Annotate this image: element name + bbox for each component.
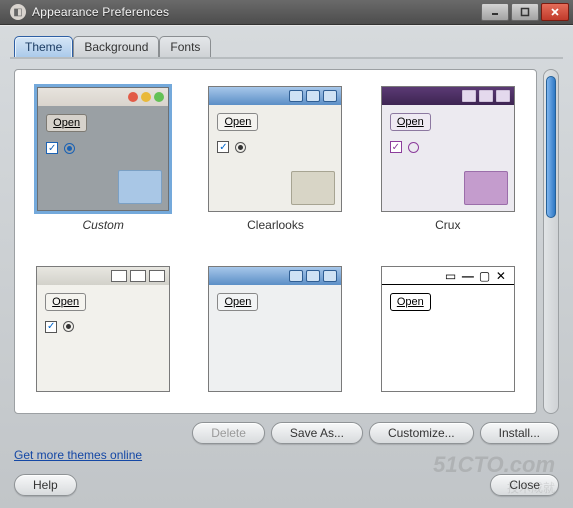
win-max-icon [306,270,320,282]
win-max-icon: — [462,269,476,281]
open-button: Open [217,113,258,131]
open-button: Open [390,293,431,311]
tab-content: Open ✓ Custom [10,65,563,468]
more-themes-link[interactable]: Get more themes online [10,448,563,468]
window-buttons [479,3,569,21]
theme-label: Crux [435,218,460,232]
vertical-scrollbar[interactable] [543,69,559,414]
win-max2-icon: ▢ [479,269,493,281]
theme-thumb-clearlooks[interactable]: Open ✓ Clearlooks [201,84,349,252]
close-dialog-button[interactable]: Close [490,474,559,496]
help-button[interactable]: Help [14,474,77,496]
theme-thumb-5[interactable]: Open [201,264,349,414]
install-button[interactable]: Install... [480,422,559,444]
win-min-icon [289,270,303,282]
theme-label: Custom [82,218,123,232]
win-close-icon [496,90,510,102]
folder-icon [464,171,508,205]
main-panel: Theme Background Fonts Open [0,25,573,508]
open-button: Open [217,293,258,311]
tab-fonts[interactable]: Fonts [159,36,211,58]
win-close-icon [323,270,337,282]
theme-area: Open ✓ Custom [10,65,563,414]
action-row: Delete Save As... Customize... Install..… [10,414,563,448]
theme-thumb-crux[interactable]: Open ✓ Crux [374,84,522,252]
mac-close-icon [128,92,138,102]
tab-theme[interactable]: Theme [14,36,73,58]
tab-bar: Theme Background Fonts [10,36,563,58]
win-min-icon: ▭ [445,269,459,281]
app-icon: ◧ [10,4,26,20]
win-close-icon: ✕ [496,269,510,281]
save-as-button[interactable]: Save As... [271,422,363,444]
win-min-icon [462,90,476,102]
theme-label: Clearlooks [247,218,304,232]
folder-icon [118,170,162,204]
checkbox-icon: ✓ [45,321,57,333]
open-button: Open [46,114,87,132]
win-close-icon [149,270,165,282]
footer: Help Close [10,468,563,496]
theme-thumb-custom[interactable]: Open ✓ Custom [29,84,177,252]
radio-icon [64,143,75,154]
radio-icon [235,142,246,153]
tab-underline [10,57,563,59]
checkbox-icon: ✓ [390,141,402,153]
folder-icon [291,171,335,205]
close-button[interactable] [541,3,569,21]
customize-button[interactable]: Customize... [369,422,474,444]
radio-icon [63,321,74,332]
win-min-icon [111,270,127,282]
win-max-icon [479,90,493,102]
open-button: Open [45,293,86,311]
win-close-icon [323,90,337,102]
mac-min-icon [141,92,151,102]
window-title: Appearance Preferences [32,5,479,19]
win-min-icon [289,90,303,102]
mac-zoom-icon [154,92,164,102]
checkbox-icon: ✓ [46,142,58,154]
maximize-button[interactable] [511,3,539,21]
delete-button[interactable]: Delete [192,422,265,444]
tab-background[interactable]: Background [73,36,159,58]
theme-grid: Open ✓ Custom [14,69,537,414]
checkbox-icon: ✓ [217,141,229,153]
open-button: Open [390,113,431,131]
minimize-button[interactable] [481,3,509,21]
titlebar: ◧ Appearance Preferences [0,0,573,25]
radio-icon [408,142,419,153]
theme-thumb-6[interactable]: ▭ — ▢ ✕ Open [374,264,522,414]
win-max-icon [306,90,320,102]
win-max-icon [130,270,146,282]
theme-thumb-4[interactable]: Open ✓ [29,264,177,414]
